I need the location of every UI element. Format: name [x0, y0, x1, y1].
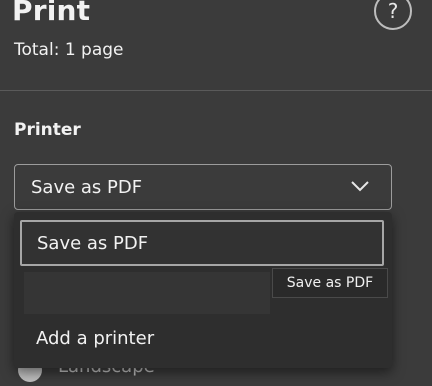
dropdown-option-save-as-pdf[interactable]: Save as PDF	[20, 220, 384, 266]
page-title: Print	[12, 0, 91, 27]
dropdown-option-add-printer[interactable]: Add a printer	[36, 328, 154, 349]
help-button[interactable]: ?	[374, 0, 412, 30]
help-icon: ?	[387, 0, 399, 23]
dropdown-option-label: Save as PDF	[37, 232, 149, 254]
printer-select-value: Save as PDF	[31, 176, 143, 198]
divider	[0, 90, 432, 91]
page-total: Total: 1 page	[14, 40, 124, 60]
printer-label: Printer	[14, 120, 81, 140]
chevron-down-icon	[351, 181, 369, 192]
tooltip: Save as PDF	[272, 268, 388, 298]
printer-select[interactable]: Save as PDF	[14, 164, 392, 210]
dropdown-option-blank[interactable]	[24, 272, 270, 314]
